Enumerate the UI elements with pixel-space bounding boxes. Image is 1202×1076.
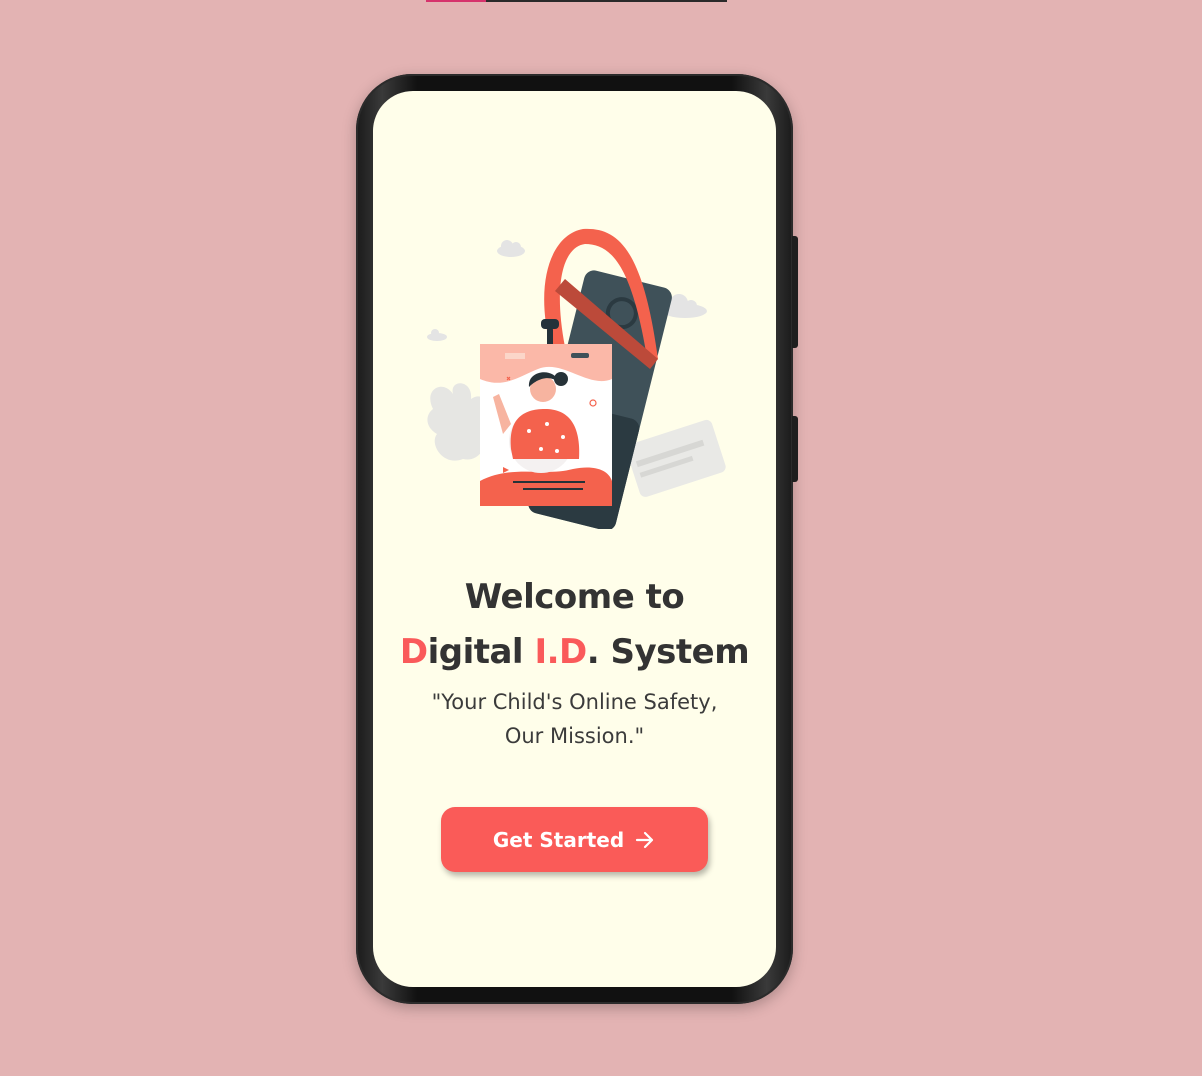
- phone-volume-button: [792, 236, 798, 348]
- id-card-illustration: [427, 228, 726, 529]
- card-back-icon: [626, 419, 726, 497]
- app-name-id-letters: I.D: [534, 632, 587, 672]
- tagline-line-1: "Your Child's Online Safety,: [431, 690, 718, 714]
- app-name-heading: Digital I.D. System: [373, 632, 776, 672]
- get-started-label: Get Started: [492, 827, 625, 852]
- phone-screen: Welcome to Digital I.D. System "Your Chi…: [373, 91, 776, 987]
- arrow-right-icon: [636, 831, 654, 848]
- top-scroll-bar: [426, 0, 727, 2]
- app-name-system: . System: [586, 632, 750, 672]
- get-started-button[interactable]: Get Started: [441, 807, 708, 872]
- phone-mockup: Welcome to Digital I.D. System "Your Chi…: [356, 74, 798, 1004]
- app-name-digital: igital: [427, 632, 535, 672]
- tagline-line-2: Our Mission.": [504, 724, 645, 748]
- app-name-d-letter: D: [399, 632, 428, 672]
- welcome-heading: Welcome to: [464, 577, 685, 617]
- plant-icon: [427, 383, 489, 461]
- phone-power-button: [792, 416, 798, 482]
- top-scroll-bar-accent: [426, 0, 486, 2]
